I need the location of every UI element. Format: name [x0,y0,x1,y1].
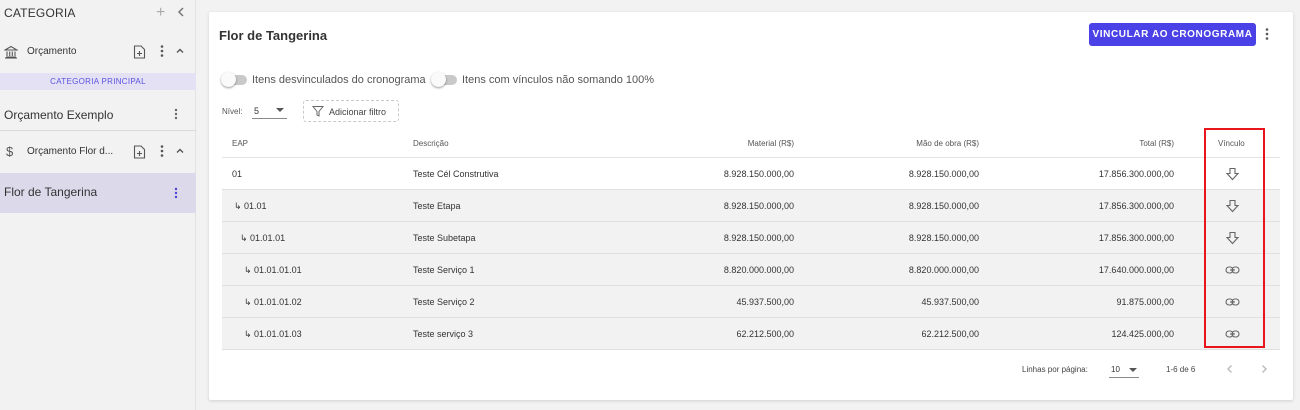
more-vert-icon[interactable] [160,44,164,58]
link-icon[interactable] [1225,263,1240,277]
cell-material: 8.928.150.000,00 [723,233,794,243]
filter-icon [312,106,324,117]
cell-total: 17.856.300.000,00 [1098,169,1174,179]
rows-per-page-label: Linhas por página: [1022,365,1088,374]
category-orcamento-flor[interactable]: $ Orçamento Flor d... [0,137,196,167]
sidebar: CATEGORIA + Orçamento CATEGORIA PRINCIPA… [0,0,196,410]
category-label: Orçamento Flor d... [27,146,114,157]
cell-material: 8.928.150.000,00 [723,201,794,211]
chevron-up-icon[interactable] [175,45,185,57]
rows-per-page-value: 10 [1111,365,1120,374]
cell-material: 45.937.500,00 [736,297,794,307]
cell-descricao: Teste serviço 3 [413,329,474,339]
main-card: Flor de Tangerina VINCULAR AO CRONOGRAMA… [209,12,1293,400]
vincular-cronograma-button[interactable]: VINCULAR AO CRONOGRAMA [1089,23,1256,46]
cell-eap: ↳ 01.01.01.03 [244,329,302,339]
cell-descricao: Teste Etapa [413,201,461,211]
budget-table: EAP Descrição Material (R$) Mão de obra … [222,129,1280,350]
link-icon[interactable] [1225,327,1240,341]
dropdown-caret-icon [1129,368,1137,372]
sidebar-item-flor-de-tangerina[interactable]: Flor de Tangerina [0,173,196,213]
table-row[interactable]: ↳ 01.01.01.01 Teste Serviço 1 8.820.000.… [222,254,1280,286]
page-title: Flor de Tangerina [219,28,328,43]
toggle-label: Itens com vínculos não somando 100% [462,74,655,86]
pagination-range: 1-6 de 6 [1166,365,1196,374]
cell-mao-de-obra: 45.937.500,00 [921,297,979,307]
rows-per-page-select[interactable]: 10 [1109,362,1139,378]
category-principal-label: CATEGORIA PRINCIPAL [0,73,196,90]
cell-material: 62.212.500,00 [736,329,794,339]
prev-page-icon[interactable] [1225,363,1235,375]
cell-eap: 01 [232,169,243,179]
chevron-up-icon[interactable] [175,145,185,157]
cell-total: 17.856.300.000,00 [1098,233,1174,243]
category-label: Orçamento [27,46,77,57]
sidebar-header: CATEGORIA + [0,0,195,26]
arrow-down-icon[interactable] [1225,231,1240,245]
arrow-down-icon[interactable] [1225,167,1240,181]
table-row[interactable]: 01 Teste Cél Construtiva 8.928.150.000,0… [222,158,1280,190]
next-page-icon[interactable] [1259,363,1269,375]
add-filter-label: Adicionar filtro [329,107,387,117]
cell-total: 124.425.000,00 [1111,329,1174,339]
header-eap[interactable]: EAP [232,139,248,148]
sidebar-item-orcamento-exemplo[interactable]: Orçamento Exemplo [0,95,196,127]
add-file-icon[interactable] [133,45,146,59]
toggle-label: Itens desvinculados do cronograma [252,74,426,86]
dollar-icon: $ [6,144,14,159]
header-descricao[interactable]: Descrição [413,139,449,148]
cell-descricao: Teste Subetapa [413,233,476,243]
cell-mao-de-obra: 8.928.150.000,00 [908,169,979,179]
dropdown-caret-icon [276,108,284,112]
add-category-icon[interactable]: + [156,5,165,21]
add-filter-button[interactable]: Adicionar filtro [303,100,399,122]
table-row[interactable]: ↳ 01.01 Teste Etapa 8.928.150.000,00 8.9… [222,190,1280,222]
cell-eap: ↳ 01.01.01 [240,233,286,243]
cell-descricao: Teste Serviço 1 [413,265,475,275]
table-header: EAP Descrição Material (R$) Mão de obra … [222,129,1280,158]
header-material[interactable]: Material (R$) [748,139,794,148]
toggle-itens-desvinculados[interactable]: Itens desvinculados do cronograma [221,72,426,87]
sidebar-item-label: Flor de Tangerina [4,185,98,199]
header-mao-de-obra[interactable]: Mão de obra (R$) [916,139,979,148]
collapse-sidebar-icon[interactable] [176,5,186,19]
arrow-down-icon[interactable] [1225,199,1240,213]
table-row[interactable]: ↳ 01.01.01.02 Teste Serviço 2 45.937.500… [222,286,1280,318]
nivel-select[interactable]: 5 [252,102,287,119]
toggle-switch[interactable] [431,72,457,87]
cell-material: 8.820.000.000,00 [723,265,794,275]
cell-descricao: Teste Cél Construtiva [413,169,499,179]
cell-mao-de-obra: 8.928.150.000,00 [908,201,979,211]
table-row[interactable]: ↳ 01.01.01 Teste Subetapa 8.928.150.000,… [222,222,1280,254]
bank-icon [4,45,18,59]
cell-mao-de-obra: 8.928.150.000,00 [908,233,979,243]
nivel-value: 5 [254,106,260,116]
cell-descricao: Teste Serviço 2 [413,297,475,307]
cell-total: 17.856.300.000,00 [1098,201,1174,211]
header-total[interactable]: Total (R$) [1139,139,1174,148]
cell-eap: ↳ 01.01 [234,201,267,211]
category-orcamento[interactable]: Orçamento [0,37,196,67]
sidebar-divider [0,130,196,131]
sidebar-item-label: Orçamento Exemplo [4,108,114,122]
more-vert-icon[interactable] [174,187,178,199]
more-vert-icon[interactable] [174,108,178,120]
cell-eap: ↳ 01.01.01.01 [244,265,302,275]
sidebar-title: CATEGORIA [4,6,76,20]
cell-total: 91.875.000,00 [1116,297,1174,307]
table-row[interactable]: ↳ 01.01.01.03 Teste serviço 3 62.212.500… [222,318,1280,350]
nivel-label: Nível: [222,107,243,116]
header-vinculo: Vínculo [1218,139,1245,148]
toggle-itens-vinculos[interactable]: Itens com vínculos não somando 100% [431,72,655,87]
more-vert-icon[interactable] [160,144,164,158]
cell-material: 8.928.150.000,00 [723,169,794,179]
cell-mao-de-obra: 8.820.000.000,00 [908,265,979,275]
cell-eap: ↳ 01.01.01.02 [244,297,302,307]
more-vert-icon[interactable] [1265,27,1269,41]
add-file-icon[interactable] [133,145,146,159]
toggle-switch[interactable] [221,72,247,87]
link-icon[interactable] [1225,295,1240,309]
cell-mao-de-obra: 62.212.500,00 [921,329,979,339]
cell-total: 17.640.000.000,00 [1098,265,1174,275]
